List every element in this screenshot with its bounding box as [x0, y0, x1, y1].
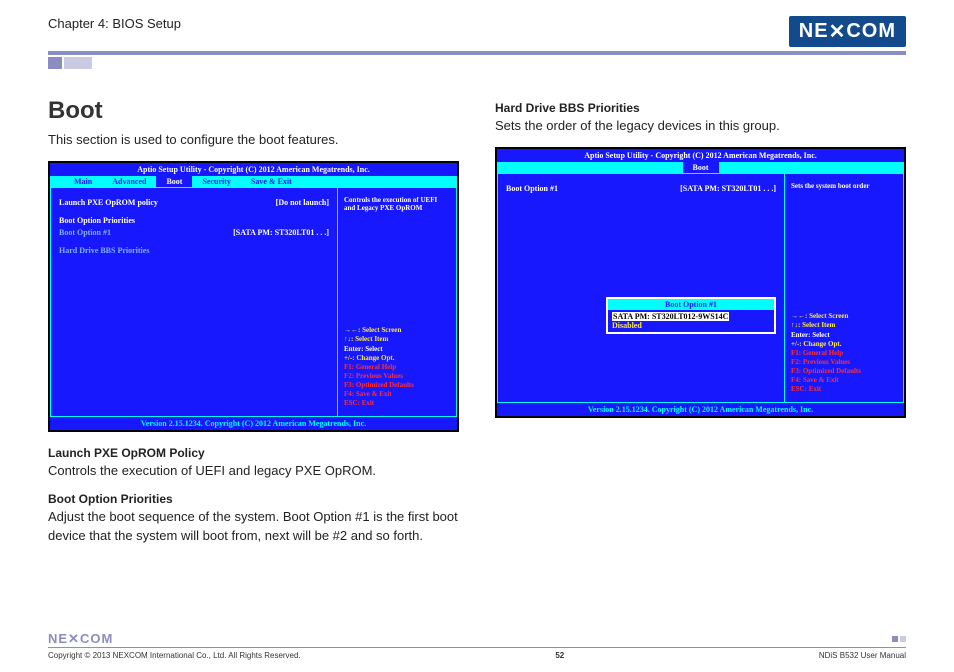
nexcom-logo: NE✕COM	[789, 16, 906, 47]
bios-row-boot-option-1[interactable]: Boot Option #1 [SATA PM: ST320LT01 . . .…	[59, 228, 329, 237]
subhead-launch-pxe: Launch PXE OpROM Policy	[48, 446, 459, 460]
bios-help-text: Sets the system boot order	[791, 182, 897, 312]
footer-copyright: Copyright © 2013 NEXCOM International Co…	[48, 651, 301, 660]
bios-row-hard-drive-bbs[interactable]: Hard Drive BBS Priorities	[59, 246, 329, 255]
bios-value: [SATA PM: ST320LT01 . . .]	[680, 184, 776, 193]
bios-key-legend: →←: Select Screen ↑↓: Select Item Enter:…	[344, 326, 450, 408]
bios-tab-advanced[interactable]: Advanced	[102, 176, 156, 187]
bios-label: Boot Option #1	[506, 184, 558, 193]
bios-tab-bar: Main Advanced Boot Security Save & Exit	[50, 176, 457, 187]
desc-boot-opt: Adjust the boot sequence of the system. …	[48, 508, 459, 544]
bios-window-boot: Aptio Setup Utility - Copyright (C) 2012…	[48, 161, 459, 432]
desc-hard-drive-bbs: Sets the order of the legacy devices in …	[495, 117, 906, 135]
section-intro: This section is used to configure the bo…	[48, 131, 459, 149]
header-accent-tabs	[48, 57, 906, 69]
bios-row-boot-option-1[interactable]: Boot Option #1 [SATA PM: ST320LT01 . . .…	[506, 184, 776, 193]
chapter-title: Chapter 4: BIOS Setup	[48, 16, 181, 35]
bios-label: Hard Drive BBS Priorities	[59, 246, 149, 255]
logo: NE✕COM	[789, 16, 906, 47]
bios-label: Launch PXE OpROM policy	[59, 198, 158, 207]
bios-label: Boot Option #1	[59, 228, 111, 237]
bios-header: Aptio Setup Utility - Copyright (C) 2012…	[50, 163, 457, 176]
subhead-boot-opt: Boot Option Priorities	[48, 492, 459, 506]
bios-row-launch-pxe[interactable]: Launch PXE OpROM policy [Do not launch]	[59, 198, 329, 207]
bios-label: Boot Option Priorities	[59, 216, 135, 225]
bios-value: [Do not launch]	[276, 198, 329, 207]
footer-doc-title: NDiS B532 User Manual	[819, 651, 906, 660]
bios-right-pane: Sets the system boot order →←: Select Sc…	[784, 173, 904, 403]
bios-help-text: Controls the execution of UEFI and Legac…	[344, 196, 450, 326]
bios-left-pane: Launch PXE OpROM policy [Do not launch] …	[50, 187, 337, 417]
bios-row-boot-opt-priorities: Boot Option Priorities	[59, 216, 329, 225]
desc-launch-pxe: Controls the execution of UEFI and legac…	[48, 462, 459, 480]
bios-value: [SATA PM: ST320LT01 . . .]	[233, 228, 329, 237]
bios-tab-boot[interactable]: Boot	[683, 162, 719, 173]
bios-tab-security[interactable]: Security	[192, 176, 240, 187]
boot-option-popup[interactable]: Boot Option #1 SATA PM: ST320LT012-9WS14…	[606, 297, 776, 334]
page-number: 52	[555, 651, 564, 660]
popup-option-selected[interactable]: SATA PM: ST320LT012-9WS14C	[612, 312, 770, 321]
bios-header: Aptio Setup Utility - Copyright (C) 2012…	[497, 149, 904, 162]
popup-title: Boot Option #1	[608, 299, 774, 310]
bios-tab-bar: Boot	[497, 162, 904, 173]
bios-tab-main[interactable]: Main	[64, 176, 102, 187]
section-title: Boot	[48, 97, 459, 125]
bios-footer: Version 2.15.1234. Copyright (C) 2012 Am…	[50, 417, 457, 430]
bios-window-bbs: Aptio Setup Utility - Copyright (C) 2012…	[495, 147, 906, 418]
bios-key-legend: →←: Select Screen ↑↓: Select Item Enter:…	[791, 312, 897, 394]
right-column: Hard Drive BBS Priorities Sets the order…	[495, 97, 906, 557]
top-bar: Chapter 4: BIOS Setup NE✕COM	[48, 16, 906, 55]
bios-tab-save[interactable]: Save & Exit	[241, 176, 302, 187]
bios-right-pane: Controls the execution of UEFI and Legac…	[337, 187, 457, 417]
page-footer: NE✕COM Copyright © 2013 NEXCOM Internati…	[48, 629, 906, 660]
left-column: Boot This section is used to configure t…	[48, 97, 459, 557]
bios-left-pane: Boot Option #1 [SATA PM: ST320LT01 . . .…	[497, 173, 784, 403]
footer-logo: NE✕COM	[48, 631, 113, 647]
bios-tab-boot[interactable]: Boot	[156, 176, 192, 187]
subhead-hard-drive-bbs: Hard Drive BBS Priorities	[495, 101, 906, 115]
bios-footer: Version 2.15.1234. Copyright (C) 2012 Am…	[497, 403, 904, 416]
popup-option-disabled[interactable]: Disabled	[612, 321, 770, 330]
